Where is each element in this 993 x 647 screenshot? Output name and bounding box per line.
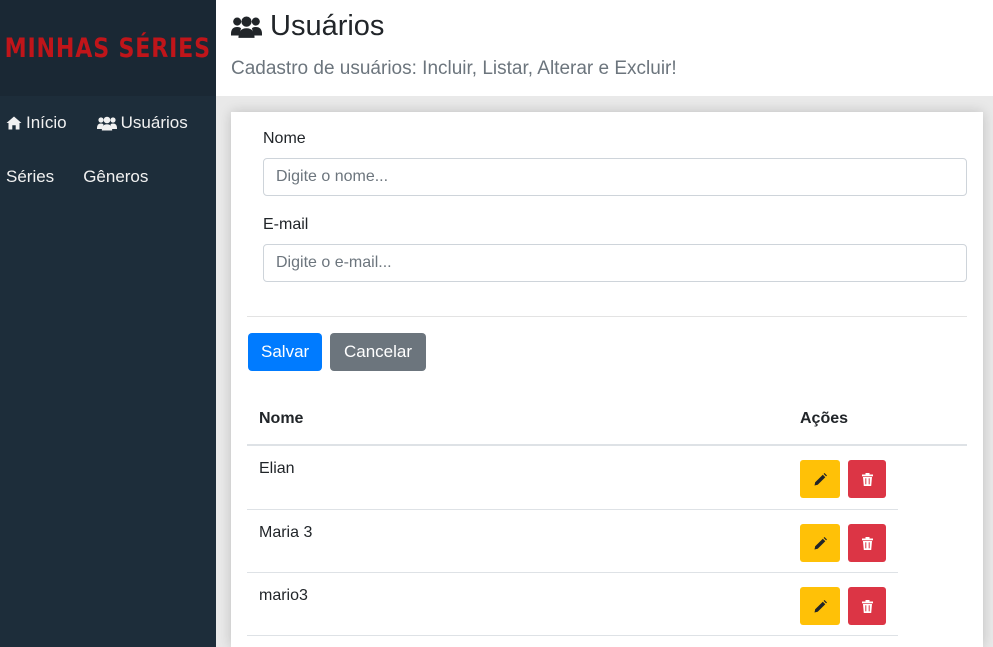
nav-item-label: Gêneros (83, 167, 149, 186)
email-form-group: E-mail (263, 216, 967, 282)
nav-row: Séries Gêneros (0, 150, 216, 204)
user-name-cell: mario3 (259, 587, 308, 604)
cancel-button[interactable]: Cancelar (330, 333, 426, 371)
delete-button[interactable] (848, 460, 886, 498)
table-row: Elian (247, 446, 898, 510)
nav-item-label: Usuários (120, 113, 188, 132)
nav-item-label: Início (26, 113, 67, 132)
sidebar: MINHAS SÉRIES Início Usuários Séries Gên… (0, 0, 216, 647)
nav-item-series[interactable]: Séries (6, 167, 54, 187)
table-row: Maria 3 (247, 510, 898, 573)
main-nav: Início Usuários Séries Gêneros (0, 96, 216, 204)
home-icon (6, 116, 22, 130)
nav-item-usuarios[interactable]: Usuários (96, 113, 188, 133)
delete-button[interactable] (848, 524, 886, 562)
edit-button[interactable] (800, 524, 840, 562)
trash-icon (861, 599, 873, 613)
pencil-icon (814, 536, 827, 549)
page-title-text: Usuários (270, 10, 385, 42)
divider (247, 316, 967, 317)
page-title: Usuários (231, 10, 384, 43)
nav-item-label: Séries (6, 167, 55, 186)
page-header: Usuários Cadastro de usuários: Incluir, … (216, 0, 993, 96)
trash-icon (861, 472, 873, 486)
users-icon (96, 116, 117, 131)
page-subtitle: Cadastro de usuários: Incluir, Listar, A… (231, 58, 677, 79)
user-name-cell: Maria 3 (259, 524, 313, 541)
edit-button[interactable] (800, 460, 840, 498)
user-card: Nome E-mail Salvar Cancelar Nome Ações E… (231, 112, 983, 647)
column-header-name: Nome (259, 410, 304, 427)
name-label: Nome (263, 130, 306, 147)
column-header-actions: Ações (800, 410, 849, 427)
pencil-icon (814, 599, 827, 612)
logo-area: MINHAS SÉRIES (0, 0, 216, 96)
pencil-icon (814, 472, 827, 485)
edit-button[interactable] (800, 587, 840, 625)
users-icon (231, 15, 262, 39)
nav-item-generos[interactable]: Gêneros (83, 167, 148, 187)
table-header: Nome Ações (247, 396, 967, 446)
name-input[interactable] (263, 158, 967, 196)
app-logo[interactable]: MINHAS SÉRIES (5, 33, 211, 64)
email-label: E-mail (263, 216, 309, 233)
trash-icon (861, 536, 873, 550)
delete-button[interactable] (848, 587, 886, 625)
save-button[interactable]: Salvar (248, 333, 322, 371)
table-row: mario3 (247, 573, 898, 636)
nav-item-inicio[interactable]: Início (6, 113, 67, 133)
nav-row: Início Usuários (0, 96, 216, 150)
name-form-group: Nome (263, 130, 967, 196)
user-name-cell: Elian (259, 460, 295, 477)
email-input[interactable] (263, 244, 967, 282)
